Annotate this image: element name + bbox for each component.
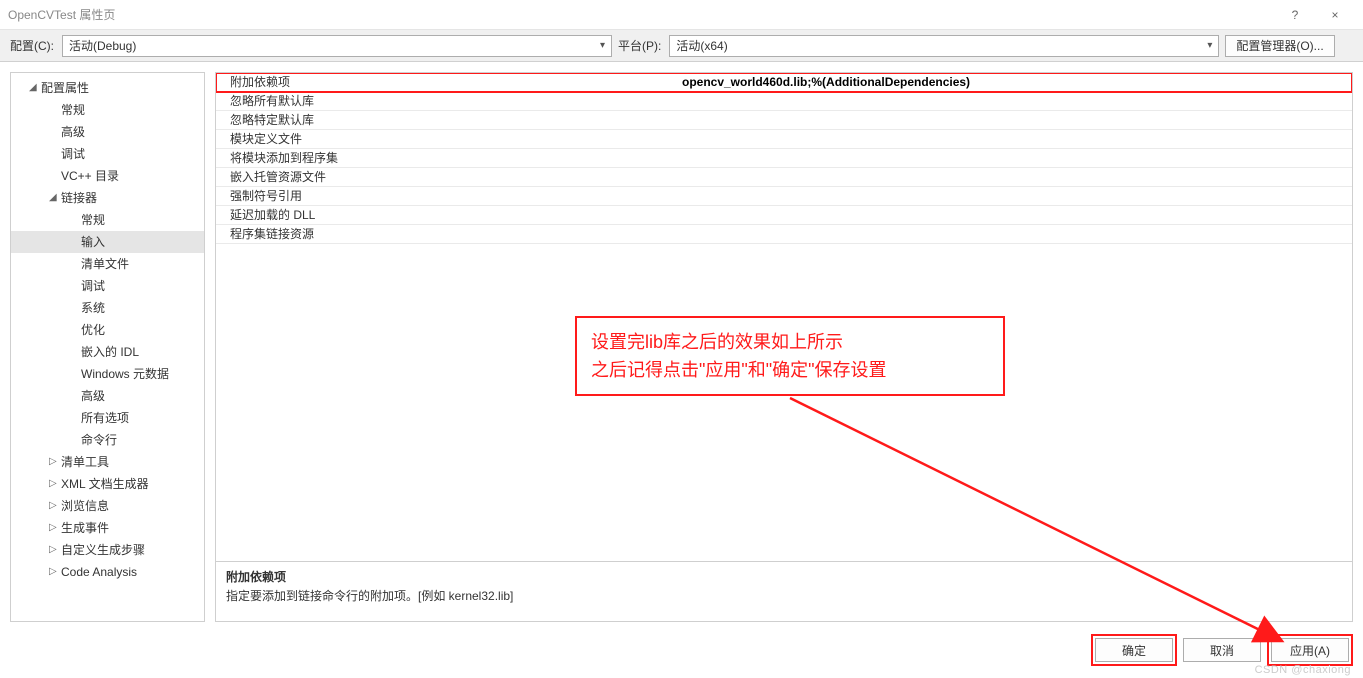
tree-linker[interactable]: ◢链接器 常规输入清单文件调试系统优化嵌入的 IDLWindows 元数据高级所… [11, 187, 204, 451]
tree-item[interactable]: ▷XML 文档生成器 [11, 473, 204, 495]
property-row[interactable]: 将模块添加到程序集 [216, 149, 1352, 168]
chevron-right-icon: ▷ [49, 474, 61, 494]
chevron-down-icon: ◢ [29, 78, 41, 98]
platform-value: 活动(x64) [676, 37, 727, 54]
property-value[interactable] [676, 92, 1352, 110]
property-row[interactable]: 嵌入托管资源文件 [216, 168, 1352, 187]
chevron-down-icon: ◢ [49, 188, 61, 208]
config-manager-button[interactable]: 配置管理器(O)... [1225, 35, 1334, 57]
tree-item[interactable]: 嵌入的 IDL [11, 341, 204, 363]
property-value[interactable] [676, 130, 1352, 148]
window-title: OpenCVTest 属性页 [8, 6, 1275, 23]
property-row[interactable]: 强制符号引用 [216, 187, 1352, 206]
property-name: 将模块添加到程序集 [216, 149, 676, 167]
tree-item[interactable]: 优化 [11, 319, 204, 341]
tree-item[interactable]: ▷自定义生成步骤 [11, 539, 204, 561]
tree-item[interactable]: 系统 [11, 297, 204, 319]
dialog-footer: 确定 取消 应用(A) [0, 632, 1363, 668]
chevron-right-icon: ▷ [49, 562, 61, 582]
property-name: 嵌入托管资源文件 [216, 168, 676, 186]
tree-item[interactable]: ▷生成事件 [11, 517, 204, 539]
property-name: 模块定义文件 [216, 130, 676, 148]
tree-item[interactable]: ▷清单工具 [11, 451, 204, 473]
tree-item[interactable]: 常规 [11, 209, 204, 231]
chevron-right-icon: ▷ [49, 518, 61, 538]
property-value[interactable] [676, 225, 1352, 243]
config-combobox[interactable]: 活动(Debug) [62, 35, 612, 57]
description-text: 指定要添加到链接命令行的附加项。[例如 kernel32.lib] [226, 587, 1342, 604]
titlebar: OpenCVTest 属性页 ? × [0, 0, 1363, 30]
config-tree[interactable]: ◢配置属性 常规高级调试VC++ 目录 ◢链接器 常规输入清单文件调试系统优化嵌… [10, 72, 205, 622]
property-name: 忽略特定默认库 [216, 111, 676, 129]
close-icon[interactable]: × [1315, 8, 1355, 22]
property-value[interactable] [676, 111, 1352, 129]
property-name: 程序集链接资源 [216, 225, 676, 243]
property-row[interactable]: 程序集链接资源 [216, 225, 1352, 244]
property-row[interactable]: 忽略所有默认库 [216, 92, 1352, 111]
tree-item[interactable]: 高级 [11, 385, 204, 407]
chevron-right-icon: ▷ [49, 452, 61, 472]
property-name: 忽略所有默认库 [216, 92, 676, 110]
tree-root[interactable]: ◢配置属性 常规高级调试VC++ 目录 ◢链接器 常规输入清单文件调试系统优化嵌… [11, 77, 204, 583]
platform-combobox[interactable]: 活动(x64) [669, 35, 1219, 57]
watermark: CSDN @chaxiong [1255, 664, 1351, 676]
tree-item[interactable]: 输入 [11, 231, 204, 253]
tree-item[interactable]: VC++ 目录 [11, 165, 204, 187]
tree-item[interactable]: ▷浏览信息 [11, 495, 204, 517]
config-label: 配置(C): [10, 37, 54, 54]
toolbar: 配置(C): 活动(Debug) 平台(P): 活动(x64) 配置管理器(O)… [0, 30, 1363, 62]
property-row[interactable]: 模块定义文件 [216, 130, 1352, 149]
tree-item[interactable]: ▷Code Analysis [11, 561, 204, 583]
cancel-button[interactable]: 取消 [1183, 638, 1261, 662]
property-name: 附加依赖项 [216, 73, 676, 91]
description-title: 附加依赖项 [226, 568, 1342, 585]
property-name: 强制符号引用 [216, 187, 676, 205]
apply-button[interactable]: 应用(A) [1271, 638, 1349, 662]
tree-item[interactable]: 调试 [11, 275, 204, 297]
property-description: 附加依赖项 指定要添加到链接命令行的附加项。[例如 kernel32.lib] [216, 561, 1352, 621]
property-row[interactable]: 忽略特定默认库 [216, 111, 1352, 130]
tree-item[interactable]: 高级 [11, 121, 204, 143]
tree-item[interactable]: 常规 [11, 99, 204, 121]
property-name: 延迟加载的 DLL [216, 206, 676, 224]
property-value[interactable] [676, 149, 1352, 167]
tree-item[interactable]: 所有选项 [11, 407, 204, 429]
platform-label: 平台(P): [618, 37, 661, 54]
property-row[interactable]: 附加依赖项opencv_world460d.lib;%(AdditionalDe… [216, 73, 1352, 92]
annotation-callout: 设置完lib库之后的效果如上所示 之后记得点击"应用"和"确定"保存设置 [575, 316, 1005, 396]
tree-item[interactable]: 命令行 [11, 429, 204, 451]
property-value[interactable] [676, 206, 1352, 224]
property-value[interactable] [676, 168, 1352, 186]
tree-item[interactable]: 清单文件 [11, 253, 204, 275]
ok-button[interactable]: 确定 [1095, 638, 1173, 662]
property-value[interactable] [676, 187, 1352, 205]
config-value: 活动(Debug) [69, 37, 136, 54]
tree-item[interactable]: Windows 元数据 [11, 363, 204, 385]
property-row[interactable]: 延迟加载的 DLL [216, 206, 1352, 225]
chevron-right-icon: ▷ [49, 540, 61, 560]
tree-item[interactable]: 调试 [11, 143, 204, 165]
chevron-right-icon: ▷ [49, 496, 61, 516]
help-icon[interactable]: ? [1275, 8, 1315, 22]
property-value[interactable]: opencv_world460d.lib;%(AdditionalDepende… [676, 73, 1352, 91]
